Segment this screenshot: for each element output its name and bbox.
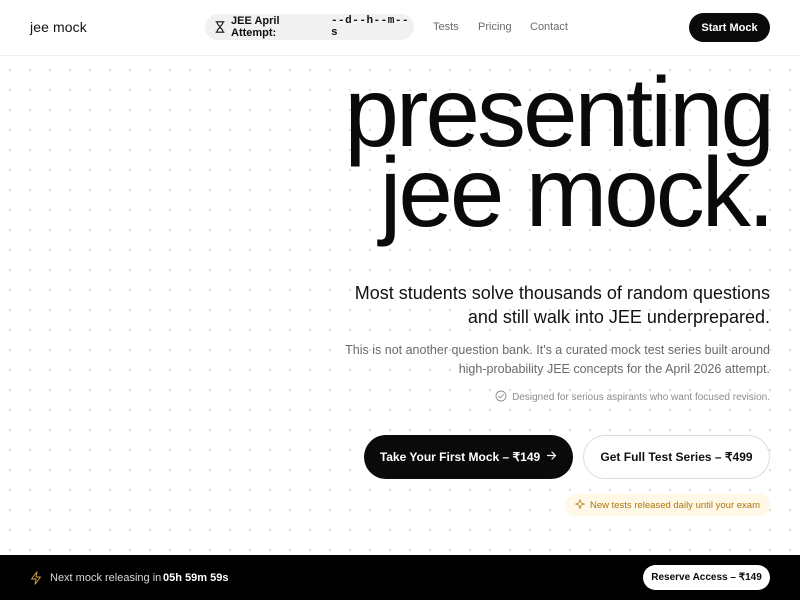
designed-note-text: Designed for serious aspirants who want … [512,392,770,403]
hero-subhead: Most students solve thousands of random … [354,283,770,327]
hero-title: presenting jee mock. [344,63,775,247]
brand-logo[interactable]: jee mock [30,19,87,35]
reserve-access-button[interactable]: Reserve Access – ₹149 [643,565,770,590]
sparkle-icon [575,498,585,512]
check-circle-icon [495,390,507,405]
exam-countdown-pill: JEE April Attempt: --d--h--m--s [205,14,414,40]
arrow-right-icon [546,450,557,464]
take-first-mock-button[interactable]: Take Your First Mock – ₹149 [364,435,573,479]
nav-link-contact[interactable]: Contact [530,21,568,33]
countdown-label: JEE April Attempt: [231,15,280,39]
start-mock-button[interactable]: Start Mock [689,13,770,42]
lightning-bolt-icon [30,571,42,585]
hero-title-line2: jee mock. [379,137,775,247]
next-mock-label: Next mock releasing in [50,572,162,584]
daily-release-badge: New tests released daily until your exam [564,494,770,516]
countdown-value: --d--h--m--s [330,15,410,39]
next-mock-countdown: 05h 59m 59s [163,572,229,584]
nav-link-tests[interactable]: Tests [433,21,459,33]
get-full-test-series-button[interactable]: Get Full Test Series – ₹499 [583,435,770,479]
nav-link-pricing[interactable]: Pricing [478,21,512,33]
top-header: jee mock JEE April Attempt: --d--h--m--s… [0,0,800,56]
release-bar: Next mock releasing in 05h 59m 59s Reser… [0,555,800,600]
hourglass-icon [215,21,225,33]
designed-note: Designed for serious aspirants who want … [495,390,770,405]
daily-release-text: New tests released daily until your exam [589,499,760,511]
take-first-mock-label: Take Your First Mock – ₹149 [379,450,541,464]
hero-description: This is not another question bank. It's … [345,343,770,376]
